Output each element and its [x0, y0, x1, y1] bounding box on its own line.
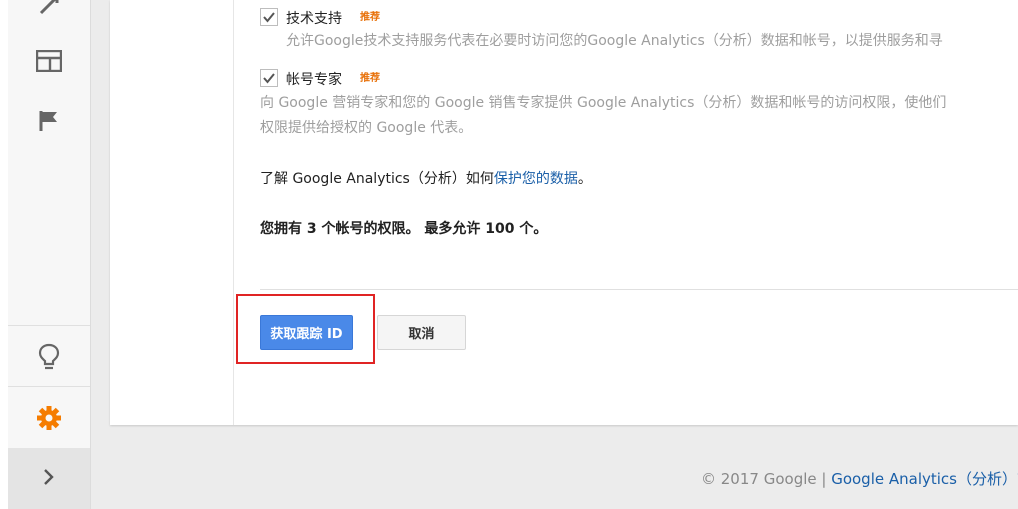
account-specialist-title: 帐号专家 — [286, 72, 342, 88]
recommended-badge: 推荐 — [360, 73, 380, 84]
expand-sidebar-button[interactable] — [8, 448, 90, 509]
copyright-text: © 2017 Google | — [701, 470, 832, 488]
account-specialist-description-line2: 权限提供给授权的 Google 代表。 — [260, 120, 473, 136]
check-icon — [263, 12, 275, 23]
recommended-badge: 推荐 — [360, 12, 380, 23]
divider — [233, 0, 234, 425]
sidebar — [8, 0, 91, 509]
footer-home-link[interactable]: Google Analytics（分析）首 — [831, 470, 1018, 488]
protect-data-link[interactable]: 保护您的数据 — [494, 171, 578, 187]
lightbulb-icon[interactable] — [8, 332, 90, 382]
cancel-button[interactable]: 取消 — [377, 315, 466, 350]
flag-icon[interactable] — [8, 96, 90, 146]
check-icon — [263, 73, 275, 84]
footer: © 2017 Google | Google Analytics（分析）首 — [701, 468, 1018, 489]
gear-icon[interactable] — [8, 393, 90, 443]
layout-icon[interactable] — [8, 36, 90, 86]
account-specialist-description-line1: 向 Google 营销专家和您的 Google 销售专家提供 Google An… — [260, 95, 947, 111]
chevron-right-icon — [42, 468, 56, 490]
separator — [260, 289, 1018, 290]
tech-support-checkbox[interactable] — [260, 8, 278, 26]
tech-support-title: 技术支持 — [286, 11, 342, 27]
share-icon[interactable] — [8, 0, 90, 30]
tech-support-description: 允许Google技术支持服务代表在必要时访问您的Google Analytics… — [286, 33, 943, 49]
learn-data-protection: 了解 Google Analytics（分析）如何保护您的数据。 — [260, 171, 592, 187]
account-permissions-text: 您拥有 3 个帐号的权限。 最多允许 100 个。 — [260, 221, 548, 237]
highlight-box — [236, 294, 375, 364]
account-specialist-checkbox[interactable] — [260, 69, 278, 87]
